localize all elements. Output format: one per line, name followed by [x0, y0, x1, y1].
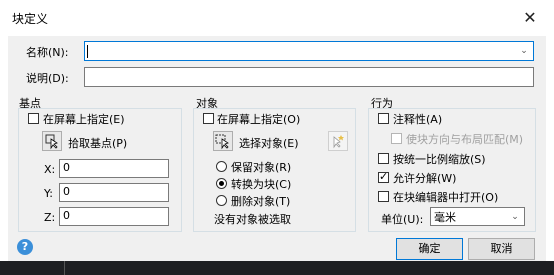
allow-exploding-label: 允许分解(W) [393, 172, 457, 185]
x-label: X: [44, 163, 56, 176]
convert-to-block-label: 转换为块(C) [231, 178, 292, 191]
z-label: Z: [44, 211, 56, 224]
unit-value: 毫米 [434, 211, 456, 224]
retain-radio[interactable] [216, 161, 227, 172]
retain-label: 保留对象(R) [231, 161, 292, 174]
scale-uniformly-checkbox[interactable] [378, 153, 389, 164]
background-strip [0, 261, 554, 275]
base-specify-checkbox[interactable] [28, 113, 39, 124]
select-objects-button[interactable] [213, 131, 233, 151]
open-in-editor-checkbox[interactable] [378, 191, 389, 202]
description-label: 说明(D): [26, 72, 69, 85]
name-label: 名称(N): [26, 46, 69, 59]
chevron-down-icon[interactable]: ⌄ [508, 208, 522, 225]
unit-select[interactable]: 毫米 ⌄ [430, 207, 525, 226]
quick-select-icon [333, 135, 344, 149]
objects-specify-checkbox[interactable] [203, 113, 214, 124]
match-orientation-checkbox[interactable] [391, 133, 402, 144]
pick-point-label: 拾取基点(P) [68, 137, 128, 150]
y-value: 0 [63, 185, 70, 198]
selection-status: 没有对象被选取 [214, 213, 291, 226]
close-icon[interactable]: ✕ [518, 7, 542, 29]
name-combobox[interactable]: ⌄ [84, 41, 534, 61]
annotative-label: 注释性(A) [393, 113, 443, 126]
x-value: 0 [63, 161, 70, 174]
description-input[interactable] [84, 67, 534, 87]
objects-specify-label: 在屏幕上指定(O) [217, 113, 301, 126]
convert-to-block-radio[interactable] [216, 178, 227, 189]
scale-uniformly-label: 按统一比例缩放(S) [393, 153, 486, 166]
select-objects-label: 选择对象(E) [239, 137, 299, 150]
z-input[interactable]: 0 [59, 207, 169, 226]
base-specify-label: 在屏幕上指定(E) [43, 113, 125, 126]
z-value: 0 [63, 209, 70, 222]
help-icon[interactable]: ? [17, 239, 33, 255]
match-orientation-label: 使块方向与布局匹配(M) [406, 133, 524, 146]
pick-point-icon [45, 134, 58, 150]
allow-exploding-checkbox[interactable] [378, 170, 389, 183]
quick-select-button[interactable] [328, 131, 348, 151]
chevron-down-icon[interactable]: ⌄ [517, 42, 531, 60]
x-input[interactable]: 0 [59, 159, 169, 178]
title-bar: 块定义 ✕ [0, 0, 554, 36]
unit-label: 单位(U): [381, 213, 424, 226]
dialog-title: 块定义 [12, 12, 49, 26]
annotative-checkbox[interactable] [378, 113, 389, 124]
delete-radio[interactable] [216, 195, 227, 206]
cancel-button[interactable]: 取消 [468, 238, 535, 260]
delete-label: 删除对象(T) [231, 195, 291, 208]
text-cursor [87, 45, 88, 58]
select-objects-icon [215, 134, 229, 150]
y-input[interactable]: 0 [59, 183, 169, 202]
open-in-editor-label: 在块编辑器中打开(O) [393, 191, 499, 204]
pick-point-button[interactable] [42, 131, 62, 151]
ok-button[interactable]: 确定 [396, 238, 463, 260]
y-label: Y: [44, 187, 53, 200]
